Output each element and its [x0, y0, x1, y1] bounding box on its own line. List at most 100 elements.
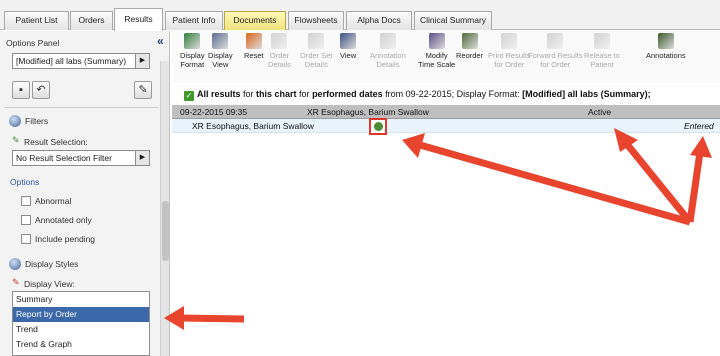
toolbar-label-line1: Order Set — [300, 51, 333, 60]
toolbar-label-line2: Patient — [590, 60, 614, 69]
toolbar-label-line1: View — [340, 51, 357, 60]
display-view-button[interactable]: Display View — [208, 33, 233, 69]
display-view-summary[interactable]: Summary — [13, 292, 149, 307]
toolbar-label-line1: Display — [208, 51, 233, 60]
results-caption: ✓ All results for this chart for performe… — [184, 89, 651, 101]
annotations-icon — [657, 33, 674, 49]
display-view-trend[interactable]: Trend — [13, 322, 149, 337]
display-format-icon — [184, 33, 201, 49]
arrow-to-report-by-order — [179, 314, 245, 323]
annotations-button[interactable]: Annotations — [646, 33, 686, 60]
scrollbar-thumb[interactable] — [162, 201, 169, 261]
include-pending-checkbox[interactable] — [21, 234, 31, 244]
document-icon-glyph — [374, 122, 383, 131]
arrow-to-document-icon — [419, 141, 691, 226]
toolbar-label-line2: Details — [268, 60, 291, 69]
display-view-icon — [212, 33, 229, 49]
tab-results[interactable]: Results — [114, 8, 163, 31]
caption-text-2: for — [296, 89, 313, 99]
tab-flowsheets[interactable]: Flowsheets — [288, 11, 344, 30]
annotation-details-button[interactable]: Annotation Details — [370, 33, 406, 69]
result-document-icon[interactable] — [369, 118, 387, 135]
order-set-details-button[interactable]: Order Set Details — [300, 33, 333, 69]
display-view-report-by-order[interactable]: Report by Order — [13, 307, 149, 322]
display-view-label: Display View: — [24, 279, 75, 289]
undo-button[interactable]: ↶ — [32, 81, 50, 99]
filters-section-icon[interactable] — [9, 115, 21, 127]
toolbar-label-line1: Reset — [244, 51, 264, 60]
release-to-patient-icon — [593, 33, 610, 49]
tab-documents[interactable]: Documents — [224, 11, 286, 30]
abnormal-checkbox[interactable] — [21, 196, 31, 206]
toolbar-label-line1: Modify — [425, 51, 448, 60]
toolbar-label-line2: Format — [180, 60, 205, 69]
order-details-button[interactable]: Order Details — [268, 33, 291, 69]
view-select-value: [Modified] all labs (Summary) — [16, 56, 127, 66]
toolbar-label-line2: Details — [376, 60, 400, 69]
tab-clinical-summary[interactable]: Clinical Summary — [414, 11, 492, 30]
tab-alpha-docs[interactable]: Alpha Docs — [346, 11, 412, 30]
order-header-row[interactable]: 09-22-2015 09:35 XR Esophagus, Barium Sw… — [172, 105, 720, 119]
order-status: Active — [588, 107, 612, 117]
save-icon: ▪ — [19, 84, 23, 96]
collapse-panel-icon[interactable]: « — [157, 34, 164, 48]
view-button[interactable]: View — [340, 33, 356, 60]
order-set-details-icon — [308, 33, 325, 49]
annotated-only-label: Annotated only — [35, 215, 92, 225]
toolbar-label-line2: View — [212, 60, 229, 69]
print-results-button[interactable]: Print Results for Order — [488, 33, 531, 69]
dropdown-arrow-icon[interactable]: ▶ — [135, 151, 149, 165]
arrowhead-document-icon — [402, 133, 425, 158]
tab-patient-list[interactable]: Patient List — [4, 11, 69, 30]
modify-time-scale-button[interactable]: Modify Time Scale — [418, 33, 455, 69]
toolbar-label-line2: for Order — [494, 60, 525, 69]
release-to-patient-button[interactable]: Release to Patient — [584, 33, 620, 69]
toolbar-label-line1: Annotations — [646, 51, 686, 60]
edit-view-button[interactable]: ✎ — [134, 81, 152, 99]
result-selection-label: Result Selection: — [24, 137, 88, 147]
tab-bar: Patient List Orders Results Patient Info… — [0, 0, 720, 31]
panel-scrollbar[interactable] — [160, 61, 169, 356]
toolbar-label-line2: Details — [304, 60, 328, 69]
reorder-button[interactable]: Reorder — [456, 33, 483, 60]
result-row[interactable]: XR Esophagus, Barium Swallow Entered — [172, 119, 720, 133]
tab-patient-info[interactable]: Patient Info — [165, 11, 223, 30]
reset-button[interactable]: Reset — [244, 33, 264, 60]
caption-text-1: for — [240, 89, 257, 99]
display-view-trend-graph[interactable]: Trend & Graph — [13, 337, 149, 352]
save-view-button[interactable]: ▪ — [12, 81, 30, 99]
arrow-to-active-status — [623, 140, 693, 225]
undo-icon: ↶ — [36, 84, 46, 96]
view-select[interactable]: [Modified] all labs (Summary) ▶ — [12, 53, 150, 69]
print-results-icon — [501, 33, 518, 49]
display-view-pencil-icon: ✎ — [12, 277, 20, 287]
annotation-details-icon — [379, 33, 396, 49]
caption-bold-1: this chart — [256, 89, 297, 99]
toolbar-label-line1: Print Results — [488, 51, 531, 60]
result-status: Entered — [684, 121, 714, 131]
reorder-icon — [461, 33, 478, 49]
order-name: XR Esophagus, Barium Swallow — [307, 107, 429, 117]
display-format-button[interactable]: Display Format — [180, 33, 205, 69]
caption-prefix: All results — [197, 89, 241, 99]
caption-bold-2: performed dates — [312, 89, 383, 99]
check-icon: ✓ — [184, 91, 194, 101]
result-filter-select[interactable]: No Result Selection Filter ▶ — [12, 150, 150, 166]
toolbar-label-line1: Release to — [584, 51, 620, 60]
toolbar-label-line1: Display — [180, 51, 205, 60]
filters-title: Filters — [25, 116, 49, 126]
toolbar-label-line1: Order — [269, 51, 290, 60]
reset-icon — [245, 33, 262, 49]
toolbar-label-line1: Annotation — [370, 51, 406, 60]
order-date: 09-22-2015 09:35 — [180, 107, 248, 117]
display-styles-section-icon[interactable] — [9, 258, 21, 270]
annotated-only-checkbox[interactable] — [21, 215, 31, 225]
caption-text-3: from 09-22-2015; Display Format: — [382, 89, 523, 99]
arrow-to-entered-status — [686, 151, 704, 223]
abnormal-label: Abnormal — [35, 196, 72, 206]
forward-results-button[interactable]: Forward Results for Order — [528, 33, 583, 69]
dropdown-arrow-icon[interactable]: ▶ — [135, 54, 149, 68]
tab-orders[interactable]: Orders — [70, 11, 113, 30]
toolbar-label-line1: Reorder — [456, 51, 484, 60]
toolbar-label-line1: Forward Results — [528, 51, 583, 60]
